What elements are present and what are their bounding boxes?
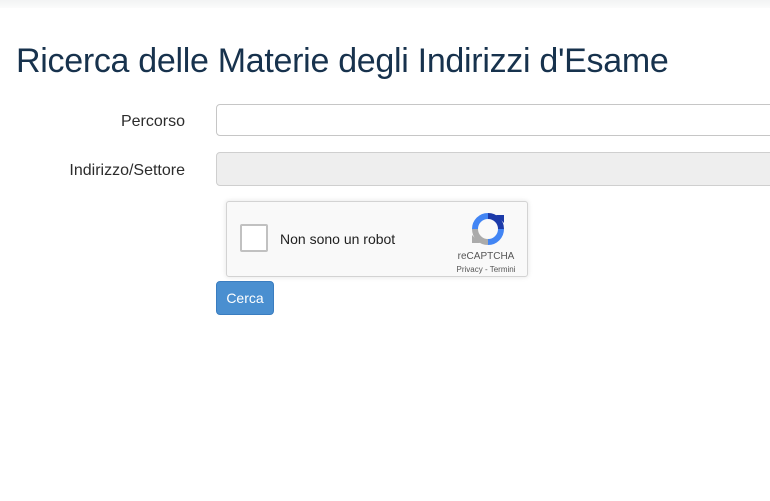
recaptcha-widget: Non sono un robot reCAPTCHA Privacy - Te… [226,201,528,277]
links-separator: - [482,265,490,274]
top-bar [0,0,770,8]
terms-link[interactable]: Termini [490,265,516,274]
indirizzo-settore-input[interactable] [216,152,770,186]
page-title: Ricerca delle Materie degli Indirizzi d'… [16,42,669,80]
percorso-label: Percorso [120,113,185,130]
recaptcha-brand: reCAPTCHA [457,251,515,262]
percorso-input[interactable] [216,104,770,136]
recaptcha-checkbox[interactable] [240,224,268,252]
indirizzo-settore-label: Indirizzo/Settore [69,162,185,179]
search-button[interactable]: Cerca [216,281,274,315]
privacy-link[interactable]: Privacy [457,265,483,274]
recaptcha-label: Non sono un robot [280,231,396,247]
recaptcha-logo-icon [472,213,504,245]
recaptcha-links: Privacy - Termini [447,265,525,274]
